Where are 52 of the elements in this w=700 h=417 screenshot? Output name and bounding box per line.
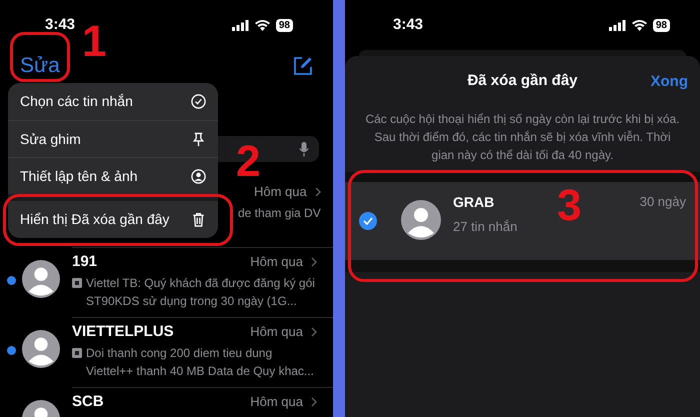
battery-level: 98	[276, 18, 293, 32]
days-remaining: 30 ngày	[640, 193, 686, 211]
done-button[interactable]: Xong	[650, 71, 688, 94]
edit-button[interactable]: Sửa	[20, 50, 60, 82]
step-number: 2	[236, 140, 260, 184]
avatar-icon	[401, 200, 441, 240]
checkmark-icon	[363, 217, 373, 225]
contact-name: VIETTELPLUS	[72, 322, 174, 342]
sheet-description: Các cuộc hội thoại hiển thị số ngày còn lại trước khi bị xóa. Sau thời điểm đó, các tin nhắn sẽ bị xóa vĩnh viễn. Thời gian này có thể dài tối đa 40 ngày.	[364, 111, 681, 164]
chevron-right-icon	[311, 327, 317, 337]
clock-time: 3:43	[45, 14, 76, 35]
sim-badge-icon	[72, 348, 82, 358]
checkmark-circle-icon	[191, 94, 206, 109]
selection-checkbox[interactable]	[359, 212, 377, 230]
menu-item[interactable]: Sửa ghim	[8, 120, 218, 157]
wifi-icon	[254, 20, 270, 30]
message-preview: Doi thanh cong 200 diem tieu dung Viettel++ thanh 40 MB Data de Quy khac...	[86, 345, 315, 380]
avatar-icon	[22, 330, 60, 368]
compose-button[interactable]	[293, 56, 313, 76]
chevron-right-icon	[311, 397, 317, 407]
chevron-right-icon	[311, 257, 317, 267]
microphone-icon	[299, 142, 309, 156]
menu-item[interactable]: Chọn các tin nhắn	[8, 83, 218, 120]
message-time: Hôm qua	[250, 323, 303, 342]
step-number: 1	[82, 20, 106, 64]
message-time: Hôm qua	[254, 183, 307, 202]
sheet-title: Đã xóa gần đây	[467, 70, 578, 91]
chevron-right-icon	[314, 187, 321, 197]
menu-item[interactable]: Hiển thị Đã xóa gần đây	[8, 194, 218, 238]
message-preview: Viettel TB: Quý khách đã được đăng ký gói ST90KDS sử dụng trong 30 ngày (1G...	[86, 275, 316, 310]
message-preview: de tham gia DV	[238, 205, 321, 222]
sim-badge-icon	[72, 278, 82, 288]
pin-icon	[191, 132, 206, 146]
menu-item[interactable]: Thiết lập tên & ảnh	[8, 157, 218, 194]
avatar-icon	[22, 260, 60, 298]
signal-icon	[608, 20, 626, 30]
trash-icon	[191, 212, 206, 227]
message-count: 27 tin nhắn	[453, 218, 518, 236]
highlight-outline	[10, 32, 70, 82]
contact-name: GRAB	[453, 193, 494, 212]
clock-time: 3:43	[393, 14, 424, 35]
signal-icon	[232, 20, 249, 30]
wifi-icon	[632, 20, 647, 30]
message-time: Hôm qua	[250, 393, 303, 412]
compose-icon	[293, 56, 313, 76]
deleted-conversation-row[interactable]: GRAB 27 tin nhắn 3 30 ngày	[345, 182, 700, 260]
battery-level: 98	[652, 18, 670, 32]
person-circle-icon	[191, 168, 206, 184]
contact-name: SCB	[72, 392, 104, 412]
step-number: 3	[557, 184, 582, 228]
message-time: Hôm qua	[250, 253, 303, 272]
contact-name: 191	[72, 252, 98, 272]
